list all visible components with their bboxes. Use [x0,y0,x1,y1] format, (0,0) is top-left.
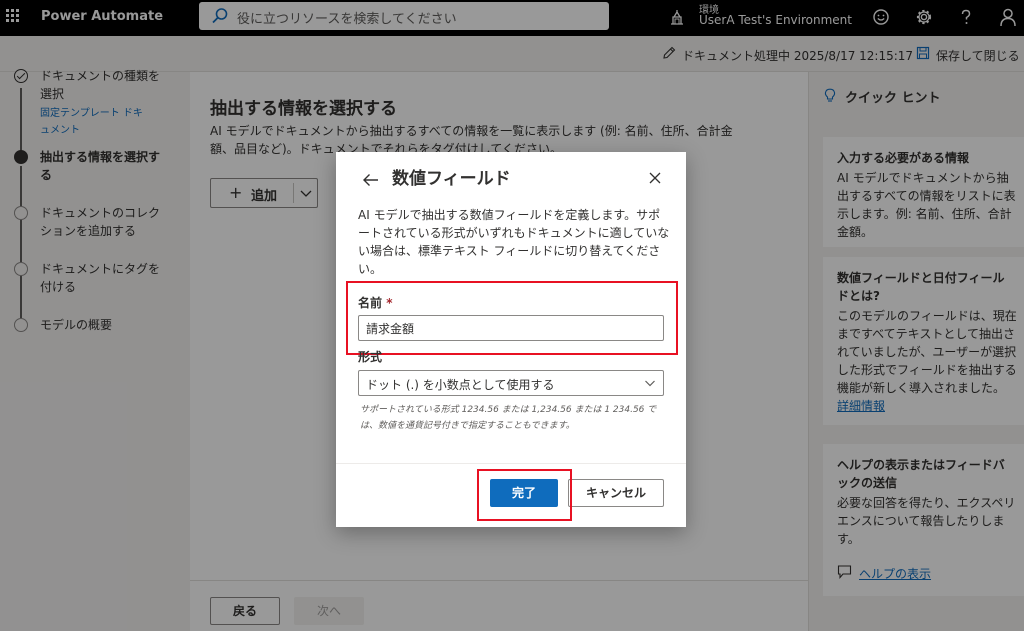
dialog-title: 数値フィールド [392,169,511,189]
cancel-button[interactable]: キャンセル [568,479,664,507]
numeric-field-dialog: 数値フィールド AI モデルで抽出する数値フィールドを定義します。サポートされて… [336,152,686,527]
highlight-box [477,469,572,521]
format-field-label: 形式 [358,350,383,364]
close-icon[interactable] [648,171,662,185]
dialog-footer-divider [336,463,686,464]
chevron-down-icon [645,380,655,387]
format-hint: サポートされている形式 1234.56 または 1,234.56 または 1 2… [360,405,657,431]
back-arrow-icon[interactable] [362,171,380,189]
format-selected-value: ドット (.) を小数点として使用する [366,378,555,392]
highlight-box [346,281,678,355]
dialog-description: AI モデルで抽出する数値フィールドを定義します。サポートされている形式がいずれ… [358,208,670,276]
format-dropdown[interactable]: ドット (.) を小数点として使用する [358,370,664,396]
